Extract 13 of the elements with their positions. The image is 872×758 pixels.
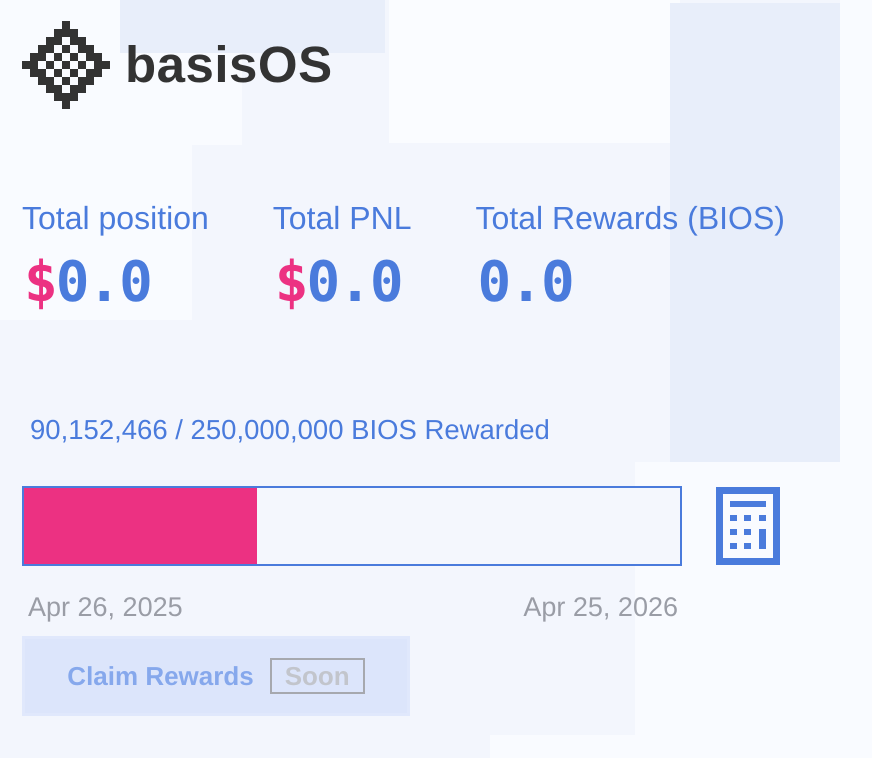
stat-label: Total position — [22, 199, 209, 237]
logo-text: basisOS — [125, 38, 333, 90]
stat-value: $0.0 — [274, 255, 402, 311]
stat-value: 0.0 — [478, 255, 573, 311]
rewards-progress-text: 90,152,466 / 250,000,000 BIOS Rewarded — [30, 414, 550, 446]
calculator-icon — [716, 487, 780, 565]
end-date: Apr 25, 2026 — [523, 591, 678, 624]
start-date: Apr 26, 2025 — [28, 591, 183, 624]
stat-value: $0.0 — [24, 255, 151, 311]
logo-icon — [22, 21, 110, 109]
stat-label: Total PNL — [272, 199, 412, 237]
calculator-button[interactable] — [716, 487, 780, 565]
stat-label: Total Rewards (BIOS) — [476, 199, 785, 237]
